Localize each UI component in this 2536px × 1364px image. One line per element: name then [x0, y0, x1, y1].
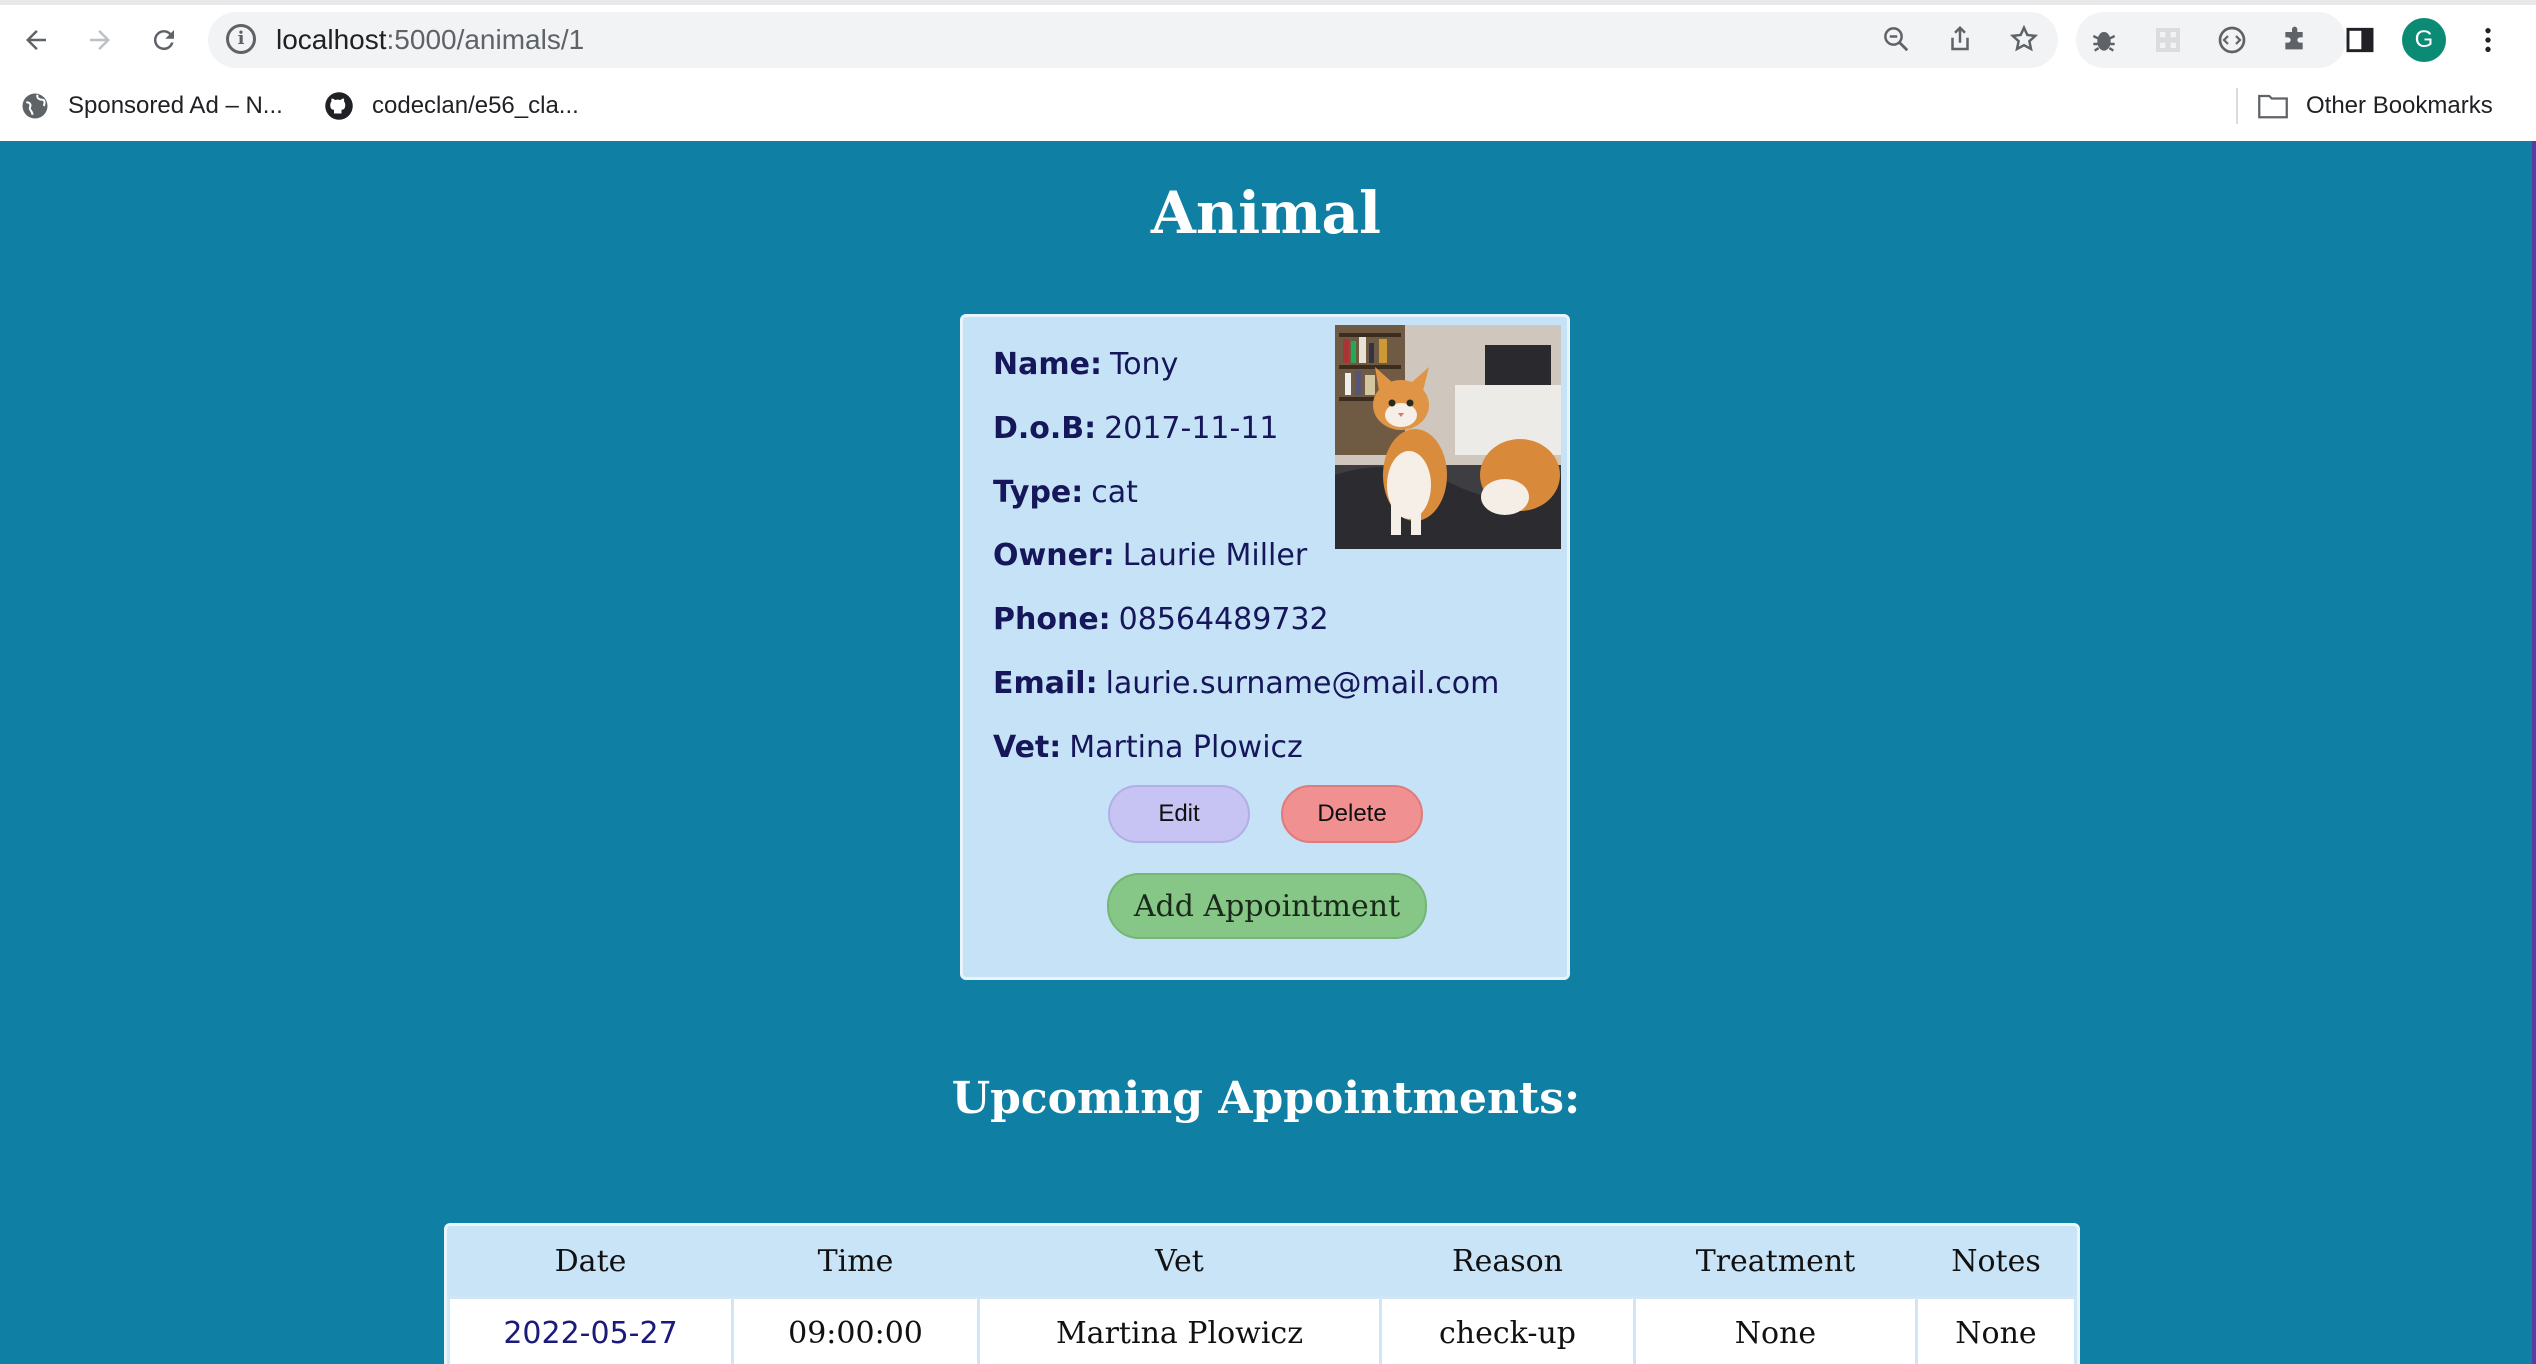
tab-strip-edge [0, 0, 2536, 5]
bookmark-github[interactable]: codeclan/e56_cla... [324, 86, 579, 126]
edit-button[interactable]: Edit [1108, 785, 1250, 843]
appointment-reason-cell: check-up [1379, 1296, 1636, 1364]
bug-extension-icon[interactable] [2086, 24, 2122, 60]
url-text[interactable]: localhost:5000/animals/1 [276, 24, 584, 56]
reload-icon[interactable] [144, 20, 184, 60]
folder-icon [2258, 91, 2288, 121]
devtools-extension-icon[interactable] [2214, 24, 2250, 60]
animal-type-field: Type: cat [993, 475, 1138, 510]
column-header-treatment: Treatment [1695, 1243, 1856, 1279]
bookmarks-divider [2236, 88, 2238, 124]
address-bar[interactable]: i localhost:5000/animals/1 [208, 12, 2058, 68]
globe-icon [20, 91, 50, 121]
bookmark-star-icon[interactable] [2008, 24, 2040, 56]
appointment-vet-cell: Martina Plowicz [977, 1296, 1382, 1364]
puzzle-extensions-icon[interactable] [2278, 24, 2314, 60]
other-bookmarks[interactable]: Other Bookmarks [2258, 86, 2493, 126]
table-header-row: Date Time Vet Reason Treatment Notes [449, 1226, 2076, 1298]
bookmarks-bar: Sponsored Ad – N... codeclan/e56_cla... … [0, 76, 2536, 140]
page-title: Animal [1150, 179, 1382, 247]
animal-dob-field: D.o.B: 2017-11-11 [993, 411, 1279, 446]
add-appointment-button[interactable]: Add Appointment [1107, 873, 1427, 939]
github-icon [324, 91, 354, 121]
profile-avatar[interactable]: G [2402, 18, 2446, 62]
appointments-table: Date Time Vet Reason Treatment Notes 202… [444, 1223, 2080, 1364]
appointment-date-cell[interactable]: 2022-05-27 [447, 1296, 734, 1364]
animal-photo [1335, 325, 1561, 549]
animal-email-field: Email: laurie.surname@mail.com [993, 666, 1500, 701]
side-panel-icon[interactable] [2342, 24, 2378, 60]
animal-name-field: Name: Tony [993, 347, 1179, 382]
appointments-heading: Upcoming Appointments: [951, 1073, 1581, 1124]
column-header-reason: Reason [1451, 1243, 1563, 1279]
more-menu-icon[interactable] [2470, 24, 2506, 60]
column-header-time: Time [817, 1243, 894, 1279]
browser-chrome: i localhost:5000/animals/1 G Sponsored A… [0, 0, 2536, 141]
animal-vet-field: Vet: Martina Plowicz [993, 730, 1303, 765]
column-header-vet: Vet [1155, 1243, 1204, 1279]
site-info-icon[interactable]: i [226, 24, 256, 54]
table-row: 2022-05-27 09:00:00 Martina Plowicz chec… [447, 1296, 2077, 1364]
bookmark-sponsored-ad[interactable]: Sponsored Ad – N... [20, 86, 283, 126]
zoom-icon[interactable] [1880, 24, 1912, 56]
grid-extension-icon[interactable] [2150, 24, 2186, 60]
back-arrow-icon[interactable] [16, 20, 56, 60]
share-icon[interactable] [1944, 24, 1976, 56]
appointment-time-cell: 09:00:00 [731, 1296, 980, 1364]
appointment-notes-cell: None [1915, 1296, 2077, 1364]
column-header-notes: Notes [1951, 1243, 2041, 1279]
forward-arrow-icon[interactable] [80, 20, 120, 60]
animal-card: Name: Tony D.o.B: 2017-11-11 Type: cat Owne… [960, 314, 1570, 980]
animal-phone-field: Phone: 08564489732 [993, 602, 1329, 637]
page-content: Animal Name: Tony D.o.B: 2017-11-11 Type: c… [0, 141, 2532, 1364]
appointment-treatment-cell: None [1633, 1296, 1918, 1364]
window-edge [2532, 141, 2536, 1364]
delete-button[interactable]: Delete [1281, 785, 1423, 843]
column-header-date: Date [554, 1243, 627, 1279]
animal-owner-field: Owner: Laurie Miller [993, 538, 1308, 573]
